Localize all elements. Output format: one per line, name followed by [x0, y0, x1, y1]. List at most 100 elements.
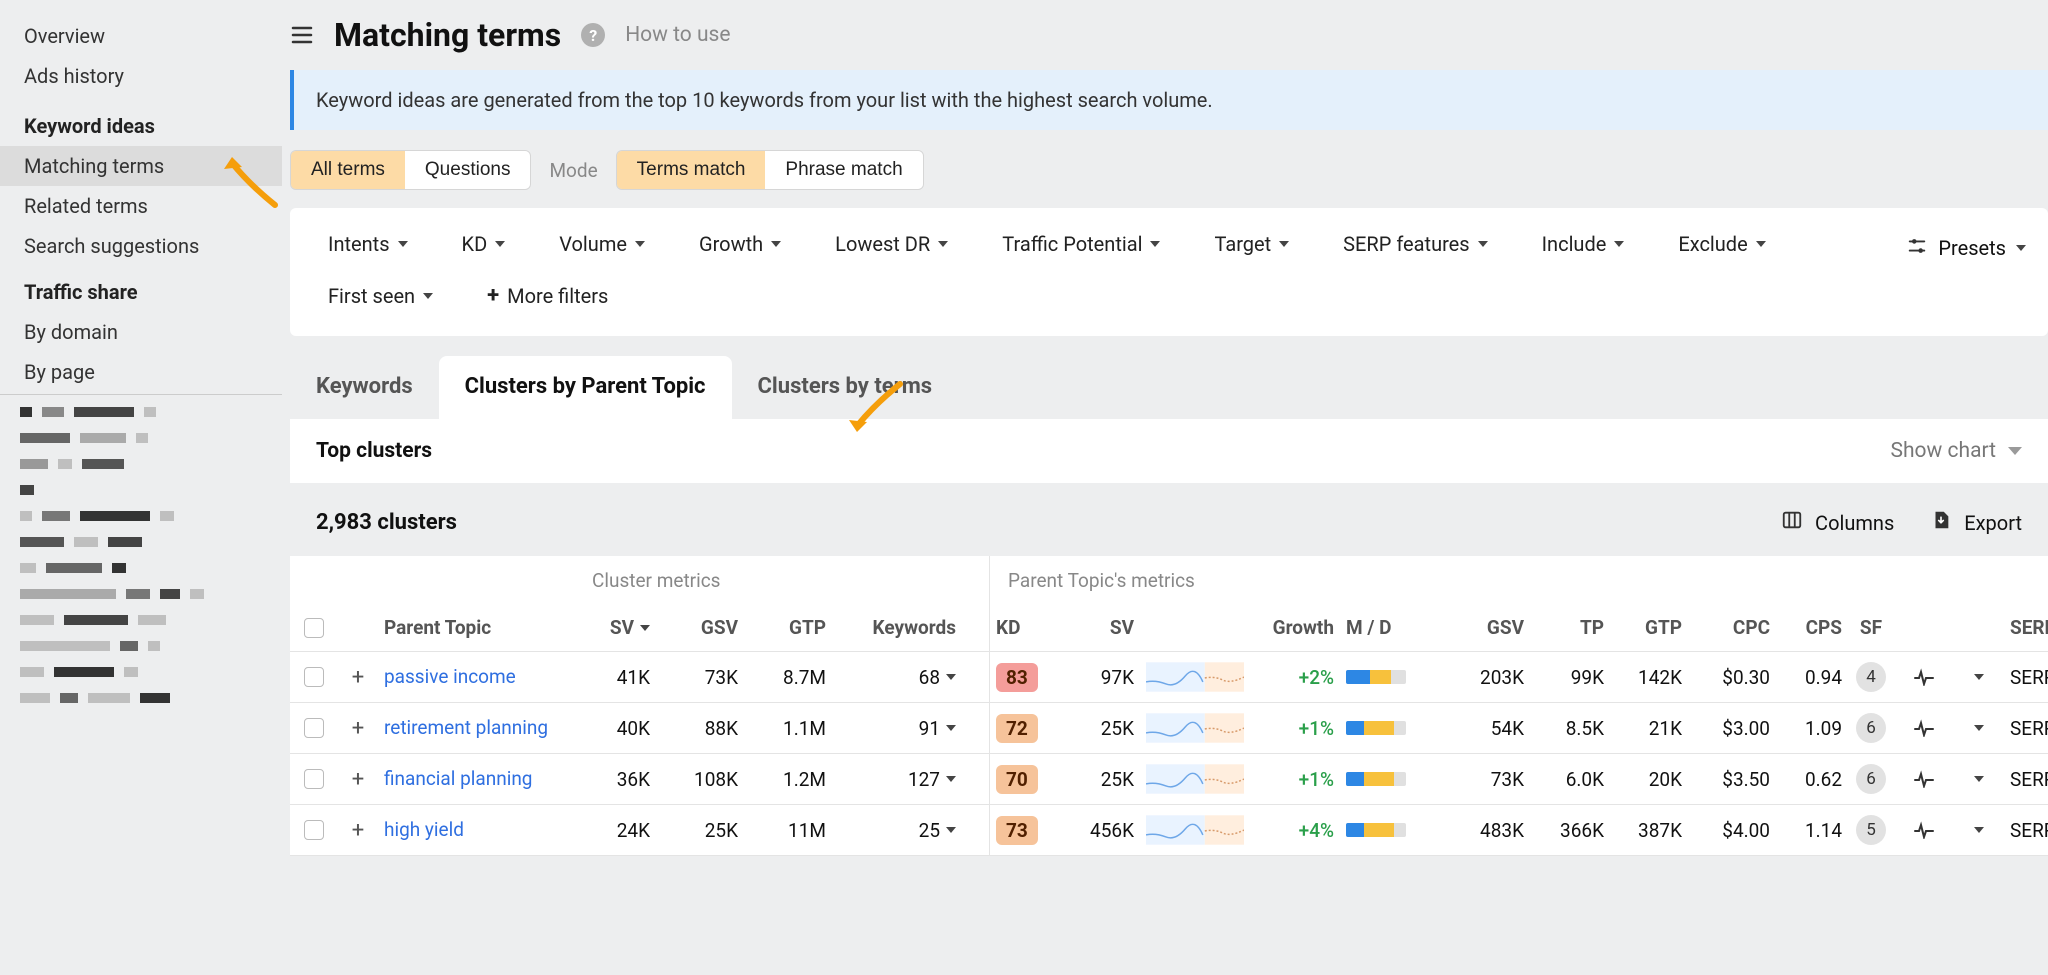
pulse-icon[interactable] [1894, 703, 1954, 754]
chevron-down-icon [1974, 725, 1984, 731]
row-checkbox[interactable] [304, 820, 324, 840]
sidebar-item-related-terms[interactable]: Related terms [0, 186, 282, 226]
sidebar-item-ads-history[interactable]: Ads history [0, 56, 282, 96]
row-checkbox[interactable] [304, 667, 324, 687]
export-button[interactable]: Export [1930, 509, 2022, 536]
toggle-phrase-match[interactable]: Phrase match [765, 151, 922, 189]
sf-badge[interactable]: 6 [1856, 764, 1886, 794]
filter-first-seen[interactable]: First seen [312, 274, 449, 318]
more-filters-button[interactable]: +More filters [471, 274, 624, 318]
filter-lowest-dr[interactable]: Lowest DR [819, 222, 964, 266]
row-menu[interactable] [1954, 652, 2004, 703]
toggle-all-terms[interactable]: All terms [291, 151, 405, 189]
serp-dropdown[interactable]: SERP [2004, 805, 2048, 856]
filter-include[interactable]: Include [1526, 222, 1641, 266]
col-gsv[interactable]: GSV [656, 604, 744, 652]
sidebar-item-search-suggestions[interactable]: Search suggestions [0, 226, 282, 266]
cell-keywords[interactable]: 127 [832, 754, 962, 805]
cell-keywords[interactable]: 25 [832, 805, 962, 856]
col-tp[interactable]: TP [1530, 604, 1610, 652]
cell-parent-gsv: 73K [1442, 754, 1530, 805]
columns-button[interactable]: Columns [1781, 509, 1894, 536]
sidebar-item-by-domain[interactable]: By domain [0, 312, 282, 352]
sf-badge[interactable]: 6 [1856, 713, 1886, 743]
chevron-down-icon [495, 241, 505, 247]
col-serp[interactable]: SERP [2004, 604, 2048, 652]
parent-topic-link[interactable]: retirement planning [384, 716, 548, 741]
sf-badge[interactable]: 5 [1856, 815, 1886, 845]
cluster-count: 2,983 clusters [316, 510, 457, 535]
filter-traffic-potential[interactable]: Traffic Potential [986, 222, 1176, 266]
hamburger-icon[interactable] [290, 23, 314, 47]
filter-target[interactable]: Target [1198, 222, 1305, 266]
col-growth[interactable]: Growth [1250, 604, 1340, 652]
filter-exclude[interactable]: Exclude [1662, 222, 1781, 266]
parent-topic-link[interactable]: financial planning [384, 767, 532, 792]
cell-gtp: 1.2M [744, 754, 832, 805]
chevron-down-icon [1150, 241, 1160, 247]
expand-row-icon[interactable]: + [352, 665, 364, 690]
chevron-down-icon [398, 241, 408, 247]
presets-button[interactable]: Presets [1906, 235, 2026, 262]
tab-keywords[interactable]: Keywords [290, 356, 439, 419]
col-parent-sv[interactable]: SV [1060, 604, 1140, 652]
tab-clusters-terms[interactable]: Clusters by terms [732, 356, 959, 419]
col-gtp[interactable]: GTP [744, 604, 832, 652]
col-parent-gtp[interactable]: GTP [1610, 604, 1688, 652]
chevron-down-icon [1614, 241, 1624, 247]
page-title: Matching terms [334, 16, 561, 54]
cell-keywords[interactable]: 91 [832, 703, 962, 754]
parent-topic-link[interactable]: passive income [384, 665, 516, 690]
sliders-icon [1906, 235, 1928, 262]
pulse-icon[interactable] [1894, 805, 1954, 856]
serp-dropdown[interactable]: SERP [2004, 652, 2048, 703]
filter-serp-features[interactable]: SERP features [1327, 222, 1503, 266]
help-icon[interactable]: ? [581, 23, 605, 47]
row-checkbox[interactable] [304, 718, 324, 738]
row-menu[interactable] [1954, 754, 2004, 805]
serp-dropdown[interactable]: SERP [2004, 754, 2048, 805]
col-cps[interactable]: CPS [1776, 604, 1848, 652]
expand-row-icon[interactable]: + [352, 818, 364, 843]
cell-keywords[interactable]: 68 [832, 652, 962, 703]
col-parent-gsv[interactable]: GSV [1442, 604, 1530, 652]
col-kd[interactable]: KD [990, 604, 1060, 652]
parent-topic-link[interactable]: high yield [384, 818, 464, 843]
terms-toggle: All terms Questions [290, 150, 531, 190]
col-keywords[interactable]: Keywords [832, 604, 962, 652]
cell-sv: 36K [586, 754, 656, 805]
col-cpc[interactable]: CPC [1688, 604, 1776, 652]
row-checkbox[interactable] [304, 769, 324, 789]
sidebar-item-matching-terms[interactable]: Matching terms [0, 146, 282, 186]
tab-clusters-parent-topic[interactable]: Clusters by Parent Topic [439, 356, 732, 419]
toggle-terms-match[interactable]: Terms match [617, 151, 766, 189]
filter-volume[interactable]: Volume [543, 222, 661, 266]
sidebar-item-by-page[interactable]: By page [0, 352, 282, 392]
show-chart-toggle[interactable]: Show chart [1891, 439, 2022, 463]
how-to-use-link[interactable]: How to use [625, 23, 730, 47]
col-md[interactable]: M / D [1340, 604, 1442, 652]
serp-dropdown[interactable]: SERP [2004, 703, 2048, 754]
filter-growth[interactable]: Growth [683, 222, 797, 266]
filter-intents[interactable]: Intents [312, 222, 424, 266]
chevron-down-icon [1756, 241, 1766, 247]
sort-arrow-icon [640, 625, 650, 631]
mode-label: Mode [549, 159, 597, 182]
pulse-icon[interactable] [1894, 652, 1954, 703]
col-sf[interactable]: SF [1848, 604, 1894, 652]
filter-kd[interactable]: KD [446, 222, 522, 266]
sidebar-item-overview[interactable]: Overview [0, 16, 282, 56]
sf-badge[interactable]: 4 [1856, 662, 1886, 692]
cell-cps: 0.94 [1776, 652, 1848, 703]
col-sv[interactable]: SV [586, 604, 656, 652]
col-parent-topic[interactable]: Parent Topic [378, 604, 586, 652]
expand-row-icon[interactable]: + [352, 767, 364, 792]
cell-parent-gsv: 483K [1442, 805, 1530, 856]
select-all-checkbox[interactable] [304, 618, 324, 638]
expand-row-icon[interactable]: + [352, 716, 364, 741]
toggle-questions[interactable]: Questions [405, 151, 531, 189]
row-menu[interactable] [1954, 703, 2004, 754]
chevron-down-icon [946, 725, 956, 731]
row-menu[interactable] [1954, 805, 2004, 856]
pulse-icon[interactable] [1894, 754, 1954, 805]
